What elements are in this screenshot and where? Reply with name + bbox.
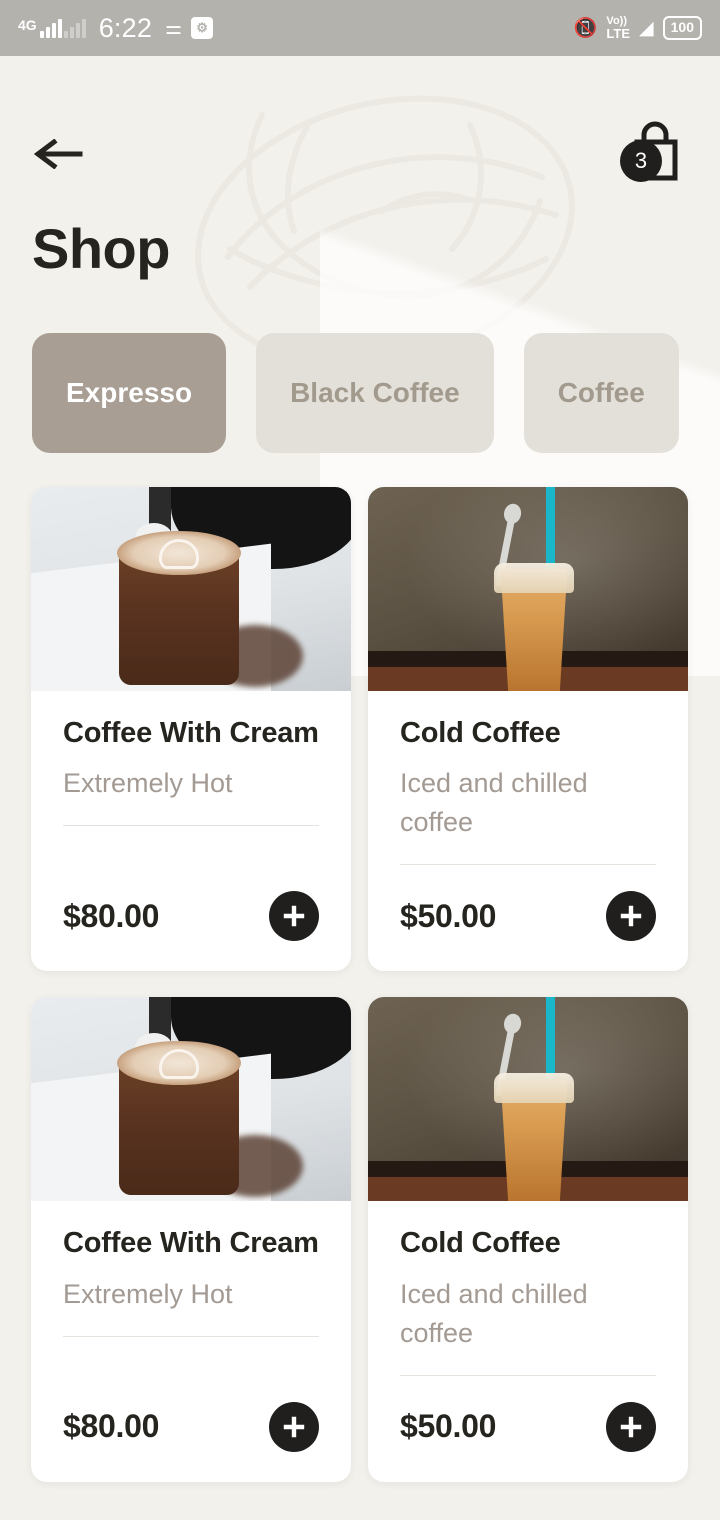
product-card-footer: $80.00 <box>63 865 319 971</box>
product-grid: Coffee With Cream Extremely Hot $80.00 C… <box>0 453 720 1482</box>
signal-bars-secondary-icon <box>63 18 86 38</box>
plus-icon <box>620 906 642 927</box>
shop-screen: 3 Shop Expresso Black Coffee Coffee Coff… <box>0 56 720 1520</box>
product-card[interactable]: Cold Coffee Iced and chilled coffee $50.… <box>368 487 688 972</box>
product-card-body: Cold Coffee Iced and chilled coffee $50.… <box>368 1201 688 1481</box>
product-name: Coffee With Cream <box>63 1227 319 1260</box>
product-price: $80.00 <box>63 897 160 934</box>
usb-icon: ⚌ <box>165 17 183 39</box>
signal-bars-icon <box>39 18 62 38</box>
plus-icon <box>283 906 305 927</box>
network-type-label: 4G <box>18 17 37 33</box>
product-card[interactable]: Coffee With Cream Extremely Hot $80.00 <box>31 997 351 1482</box>
tab-expresso[interactable]: Expresso <box>32 333 227 453</box>
product-card-body: Coffee With Cream Extremely Hot $80.00 <box>31 691 351 971</box>
product-card[interactable]: Cold Coffee Iced and chilled coffee $50.… <box>368 997 688 1482</box>
status-bar: 4G 6:22 ⚌ ⚙ 📵 Vo)) LTE ◢ 100 <box>0 0 720 56</box>
product-name: Coffee With Cream <box>63 717 319 749</box>
product-price: $50.00 <box>400 1408 497 1445</box>
plus-icon <box>283 1416 305 1438</box>
product-description: Extremely Hot <box>63 1278 233 1309</box>
product-card-footer: $50.00 <box>400 865 656 971</box>
vibrate-icon: 📵 <box>573 17 598 39</box>
battery-indicator: 100 <box>662 16 702 40</box>
cart-count-badge: 3 <box>620 140 662 182</box>
product-image-cold-coffee <box>368 487 688 691</box>
product-image-cold-coffee <box>368 997 688 1202</box>
product-description: Extremely Hot <box>63 768 233 799</box>
add-to-cart-button[interactable] <box>606 1401 656 1452</box>
status-bar-left: 4G 6:22 ⚌ ⚙ <box>18 12 214 44</box>
product-name: Cold Coffee <box>400 1227 561 1260</box>
product-card[interactable]: Coffee With Cream Extremely Hot $80.00 <box>31 487 351 972</box>
wifi-icon: ◢ <box>639 17 654 39</box>
back-arrow-icon <box>33 139 83 169</box>
product-image-hot-coffee <box>31 487 351 691</box>
product-card-body: Coffee With Cream Extremely Hot $80.00 <box>31 1201 351 1481</box>
product-card-body: Cold Coffee Iced and chilled coffee $50.… <box>368 691 688 971</box>
status-bar-right: 📵 Vo)) LTE ◢ 100 <box>574 16 702 40</box>
product-image-hot-coffee <box>31 997 351 1202</box>
page-title: Shop <box>32 217 170 280</box>
product-price: $80.00 <box>63 1408 160 1445</box>
product-card-footer: $50.00 <box>400 1376 656 1482</box>
category-tabs: Expresso Black Coffee Coffee <box>0 281 720 453</box>
product-card-footer: $80.00 <box>63 1376 319 1482</box>
tab-coffee[interactable]: Coffee <box>523 333 679 453</box>
volte-bottom-label: LTE <box>606 26 631 41</box>
clock-label: 6:22 <box>98 12 153 43</box>
product-price: $50.00 <box>400 897 497 934</box>
cart-button[interactable]: 3 <box>620 118 688 190</box>
product-description: Iced and chilled coffee <box>400 1278 588 1348</box>
tab-black-coffee[interactable]: Black Coffee <box>256 333 494 453</box>
app-header: 3 <box>0 56 720 190</box>
adb-debug-icon: ⚙ <box>191 17 214 39</box>
volte-indicator: Vo)) LTE <box>606 16 631 41</box>
product-name: Cold Coffee <box>400 717 561 749</box>
add-to-cart-button[interactable] <box>269 891 319 942</box>
plus-icon <box>620 1416 642 1438</box>
add-to-cart-button[interactable] <box>269 1401 319 1452</box>
add-to-cart-button[interactable] <box>606 891 656 942</box>
divider <box>63 1335 319 1337</box>
divider <box>63 825 319 827</box>
cellular-signal-group: 4G <box>18 18 86 38</box>
product-description: Iced and chilled coffee <box>400 768 588 838</box>
back-button[interactable] <box>32 131 90 177</box>
